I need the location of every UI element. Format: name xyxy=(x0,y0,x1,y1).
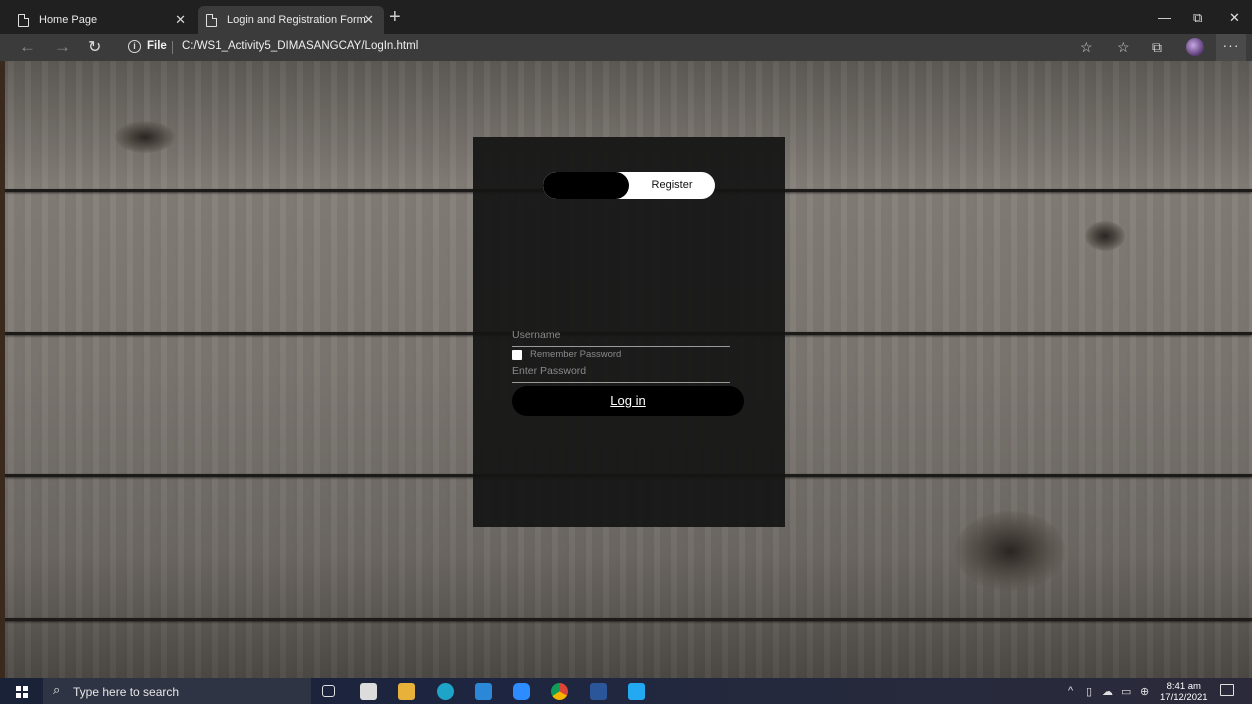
collections-icon[interactable]: ⧉ xyxy=(1152,39,1162,56)
login-toggle-button[interactable] xyxy=(543,172,629,199)
login-button[interactable]: Log in xyxy=(512,386,744,416)
volume-icon[interactable]: ▭ xyxy=(1121,685,1131,698)
network-icon[interactable]: ⊕ xyxy=(1140,685,1149,698)
form-toggle: Register xyxy=(543,172,715,199)
minimize-button[interactable]: — xyxy=(1158,10,1171,25)
tab-title: Home Page xyxy=(39,14,98,26)
favorites-icon[interactable]: ☆ xyxy=(1117,39,1130,56)
search-placeholder: Type here to search xyxy=(73,685,180,699)
word-icon[interactable] xyxy=(590,683,607,700)
windows-start-icon[interactable] xyxy=(16,686,28,698)
restore-button[interactable]: ⧉ xyxy=(1193,10,1202,26)
remember-label: Remember Password xyxy=(530,349,622,360)
vscode-icon[interactable] xyxy=(628,683,645,700)
cloud-icon[interactable]: ☁ xyxy=(1102,685,1113,698)
tab-title: Login and Registration Form xyxy=(227,14,366,26)
chrome-icon[interactable] xyxy=(551,683,568,700)
tab-login-registration[interactable]: Login and Registration Form ✕ xyxy=(198,6,384,34)
clock-time: 8:41 am xyxy=(1166,681,1201,692)
scheme-label: File xyxy=(147,40,167,52)
taskbar: ⌕ Type here to search ^ ▯ ☁ ▭ ⊕ 8:41 am … xyxy=(0,678,1252,704)
forward-arrow-icon[interactable]: → xyxy=(54,37,71,57)
store-icon[interactable] xyxy=(360,683,377,700)
divider xyxy=(172,41,173,54)
chevron-up-icon[interactable]: ^ xyxy=(1068,685,1073,697)
task-view-icon[interactable] xyxy=(322,685,335,697)
profile-avatar[interactable] xyxy=(1186,38,1204,56)
wood-knot xyxy=(1085,221,1125,251)
username-input[interactable] xyxy=(512,323,730,347)
refresh-icon[interactable]: ↻ xyxy=(88,37,101,57)
clock-date: 17/12/2021 xyxy=(1160,692,1208,703)
wood-knot xyxy=(955,511,1065,591)
login-card: Register Remember Password Log in xyxy=(473,137,785,527)
add-favorite-icon[interactable]: ☆ xyxy=(1080,39,1093,56)
plank-seam xyxy=(5,618,1252,621)
taskbar-search-box[interactable]: ⌕ Type here to search xyxy=(43,678,311,704)
password-input[interactable] xyxy=(512,359,730,383)
page-icon xyxy=(206,13,217,27)
new-tab-button[interactable]: + xyxy=(389,6,401,29)
page-background: Register Remember Password Log in xyxy=(5,61,1252,678)
close-window-button[interactable]: ✕ xyxy=(1229,10,1240,26)
close-tab-icon[interactable]: ✕ xyxy=(363,12,374,28)
register-toggle-button[interactable]: Register xyxy=(629,172,715,199)
edge-icon[interactable] xyxy=(437,683,454,700)
info-icon[interactable]: i xyxy=(128,40,141,53)
browser-titlebar: Home Page ✕ Login and Registration Form … xyxy=(0,0,1252,34)
remember-password: Remember Password xyxy=(512,349,621,360)
url-field[interactable]: C:/WS1_Activity5_DIMASANGCAY/LogIn.html xyxy=(182,40,418,52)
search-icon: ⌕ xyxy=(53,682,61,697)
close-tab-icon[interactable]: ✕ xyxy=(175,12,186,28)
notification-icon[interactable] xyxy=(1220,684,1234,696)
page-icon xyxy=(18,13,29,27)
address-bar: ← → ↻ i File C:/WS1_Activity5_DIMASANGCA… xyxy=(0,34,1252,61)
tab-home-page[interactable]: Home Page ✕ xyxy=(18,6,196,34)
more-menu-icon[interactable]: ··· xyxy=(1216,34,1246,61)
battery-icon[interactable]: ▯ xyxy=(1086,685,1092,698)
wood-knot xyxy=(115,121,175,153)
mail-icon[interactable] xyxy=(475,683,492,700)
back-arrow-icon[interactable]: ← xyxy=(19,37,36,57)
file-explorer-icon[interactable] xyxy=(398,683,415,700)
remember-checkbox[interactable] xyxy=(512,349,522,360)
taskbar-clock[interactable]: 8:41 am 17/12/2021 xyxy=(1160,681,1208,703)
zoom-icon[interactable] xyxy=(513,683,530,700)
